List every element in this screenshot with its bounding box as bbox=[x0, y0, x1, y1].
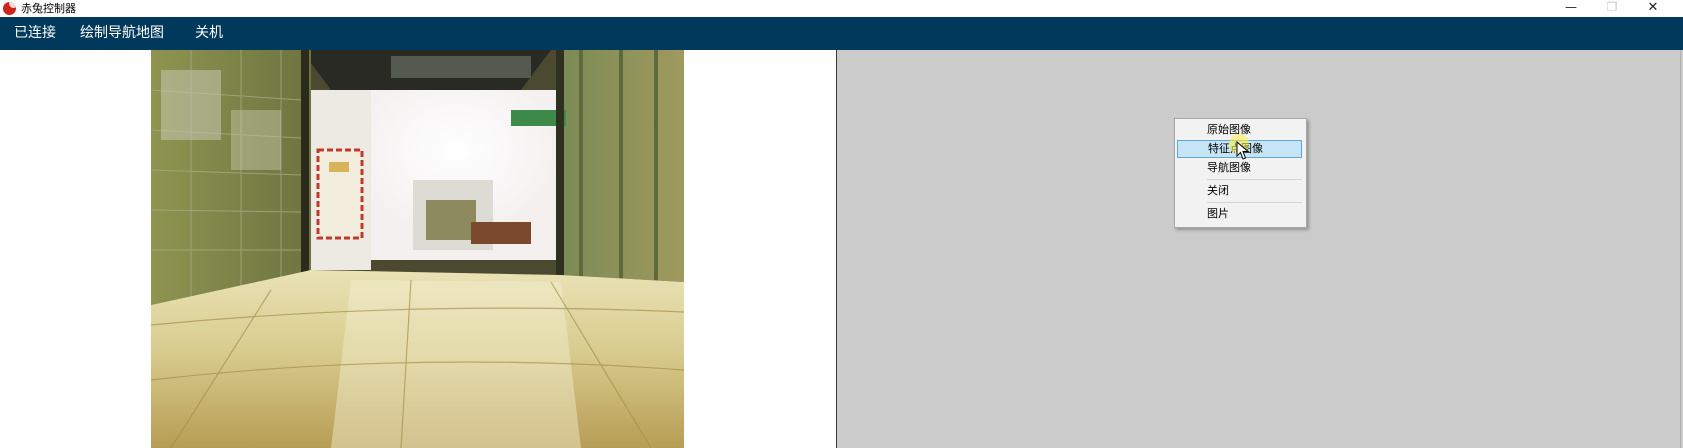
minimize-button[interactable]: — bbox=[1549, 0, 1593, 17]
menu-separator bbox=[1207, 179, 1302, 180]
menu-item-feature-point-image[interactable]: 特征点图像 bbox=[1177, 140, 1302, 158]
menu-draw-navigation-map[interactable]: 绘制导航地图 bbox=[80, 17, 164, 50]
close-button[interactable]: ✕ bbox=[1631, 0, 1675, 17]
menu-item-original-image[interactable]: 原始图像 bbox=[1177, 121, 1302, 139]
menu-separator bbox=[1207, 202, 1302, 203]
menu-item-close[interactable]: 关闭 bbox=[1177, 182, 1302, 200]
title-bar: 赤兔控制器 — ❐ ✕ bbox=[0, 0, 1683, 17]
menu-item-navigation-image[interactable]: 导航图像 bbox=[1177, 159, 1302, 177]
menu-connected[interactable]: 已连接 bbox=[14, 17, 56, 50]
image-display-pane[interactable] bbox=[837, 50, 1680, 448]
menu-bar: 已连接 绘制导航地图 关机 bbox=[0, 17, 1683, 50]
window-title: 赤兔控制器 bbox=[21, 2, 76, 15]
app-logo-icon bbox=[3, 2, 16, 15]
camera-feed-image bbox=[151, 50, 684, 448]
camera-pane bbox=[0, 50, 837, 448]
menu-item-picture[interactable]: 图片 bbox=[1177, 205, 1302, 223]
image-type-context-menu: 原始图像 特征点图像 导航图像 关闭 图片 bbox=[1174, 118, 1307, 228]
maximize-button[interactable]: ❐ bbox=[1590, 0, 1634, 17]
menu-shutdown[interactable]: 关机 bbox=[195, 17, 223, 50]
